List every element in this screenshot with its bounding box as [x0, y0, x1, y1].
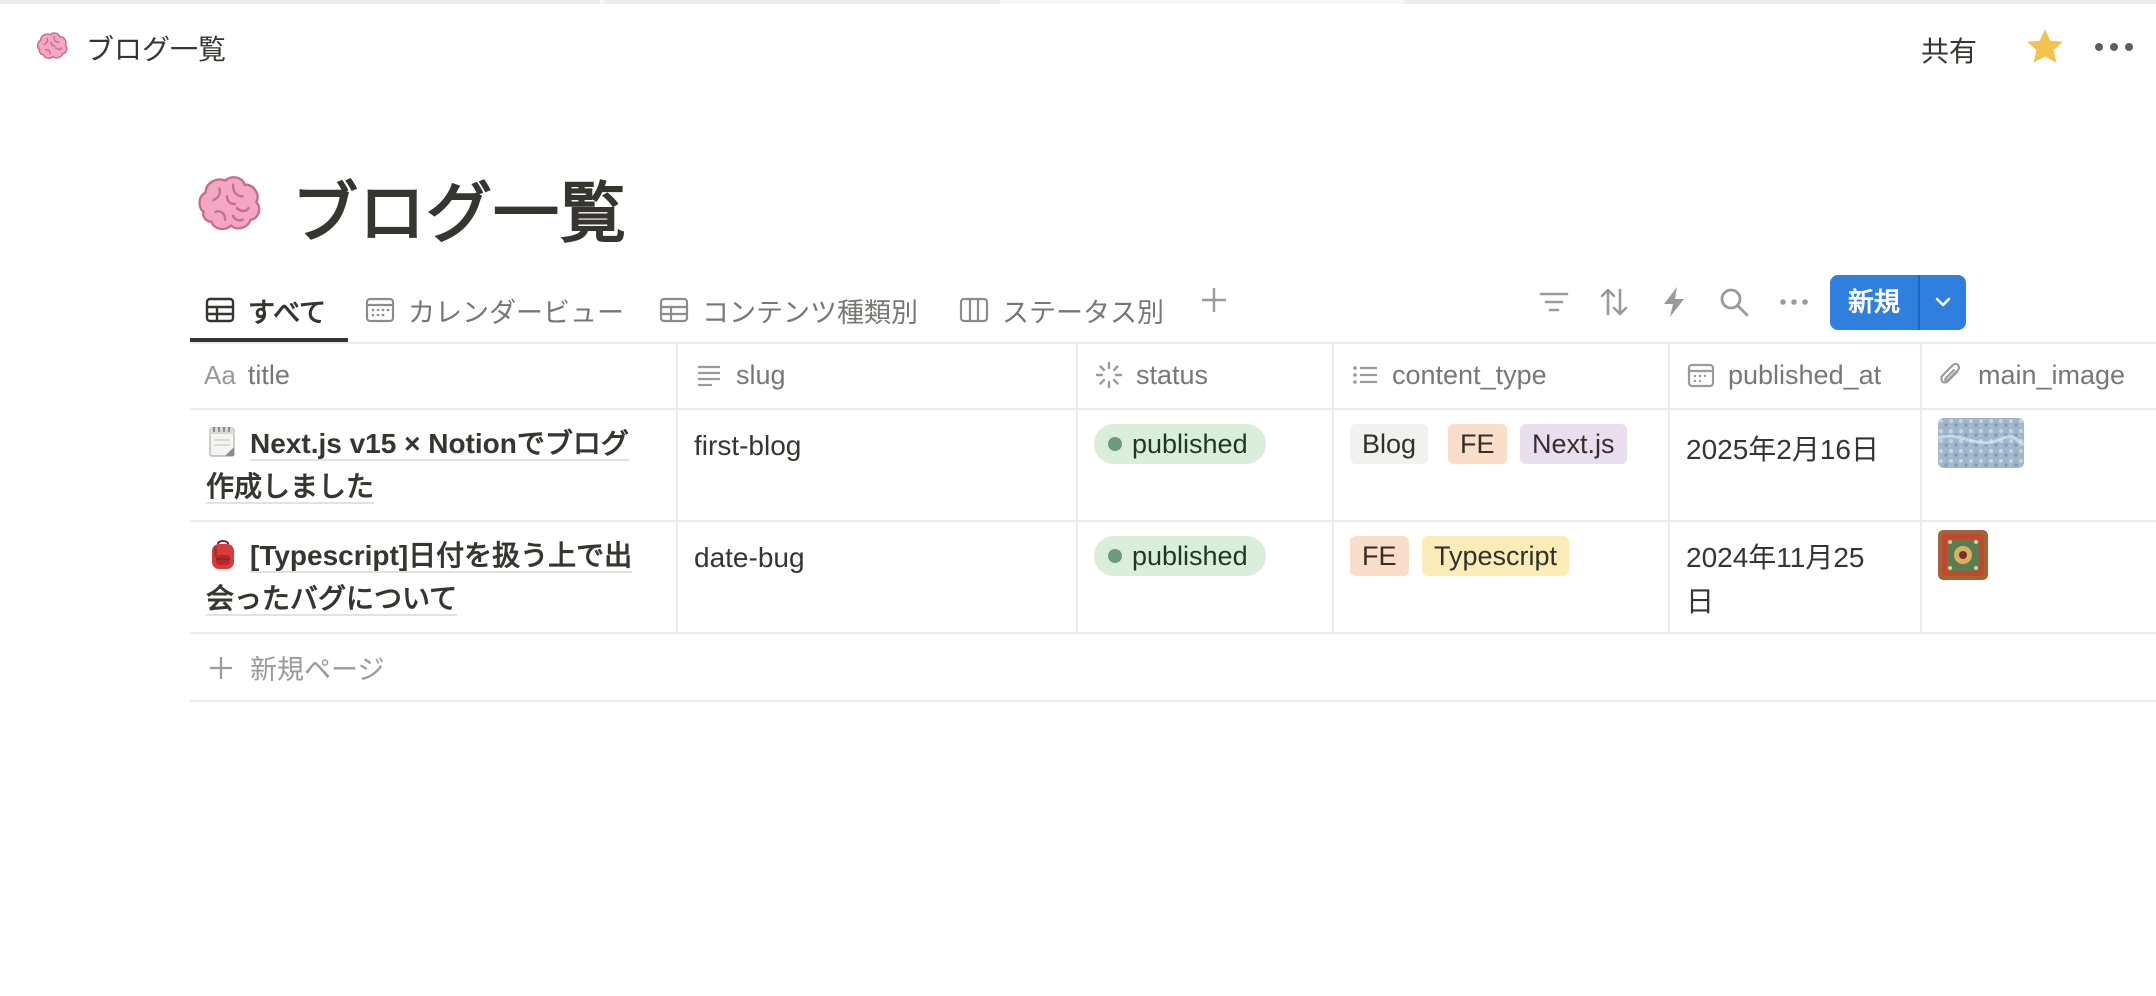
- column-header-label: content_type: [1392, 359, 1547, 390]
- tab-status-view[interactable]: ステータス別: [958, 278, 1164, 342]
- tab-label: すべて: [248, 297, 327, 328]
- multi-select-icon: [1353, 366, 1377, 384]
- page-title[interactable]: ブログ一覧: [292, 160, 627, 256]
- status-dot: [1108, 549, 1122, 563]
- page-header: ブログ一覧: [192, 160, 627, 256]
- tag-fe[interactable]: FE: [1448, 424, 1507, 464]
- new-page-row[interactable]: 新規ページ: [206, 648, 384, 687]
- brain-emoji-icon: [198, 176, 261, 231]
- date-icon: [1687, 363, 1715, 388]
- top-bar: ブログ一覧 共有: [0, 22, 2156, 74]
- tab-label: コンテンツ種類別: [702, 297, 918, 328]
- column-header-status[interactable]: status: [1094, 342, 1208, 408]
- sort-icon[interactable]: [1596, 284, 1632, 320]
- chevron-down-icon[interactable]: [1930, 289, 1956, 315]
- brain-emoji-icon: [36, 32, 68, 59]
- text-lines-icon: [698, 365, 720, 387]
- breadcrumb[interactable]: ブログ一覧: [34, 28, 226, 68]
- new-button[interactable]: 新規: [1830, 275, 1966, 330]
- more-options-icon[interactable]: [1776, 284, 1812, 320]
- text-aa-icon: Aa: [204, 359, 236, 390]
- column-divider: [676, 342, 678, 632]
- breadcrumb-title: ブログ一覧: [86, 34, 227, 65]
- table-row-title[interactable]: [Typescript]日付を扱う上で出 会ったバグについて: [206, 534, 646, 620]
- column-header-title[interactable]: Aa title: [204, 342, 290, 408]
- row-date-line2: 日: [1686, 586, 1715, 617]
- column-header-label: status: [1136, 359, 1209, 390]
- table-icon: [205, 297, 235, 323]
- backpack-emoji-icon: [212, 540, 234, 569]
- status-dot: [1108, 437, 1122, 451]
- row-published-at[interactable]: 2024年11月25 日: [1686, 536, 1865, 624]
- column-header-slug[interactable]: slug: [694, 342, 786, 408]
- table-border: [190, 520, 2156, 522]
- tab-label: ステータス別: [1002, 297, 1164, 328]
- column-header-published-at[interactable]: published_at: [1686, 342, 1881, 408]
- tab-all[interactable]: すべて: [204, 278, 326, 342]
- table-border: [190, 700, 2156, 702]
- favorite-star-icon[interactable]: [2024, 26, 2066, 68]
- tab-strip-segment: [604, 0, 1000, 4]
- filter-icon[interactable]: [1536, 284, 1572, 320]
- column-divider: [1668, 342, 1670, 632]
- new-button-divider: [1918, 275, 1920, 330]
- board-icon: [959, 297, 989, 323]
- status-badge[interactable]: published: [1094, 536, 1266, 576]
- search-icon[interactable]: [1716, 284, 1752, 320]
- tab-label: カレンダービュー: [408, 297, 624, 328]
- column-divider: [1332, 342, 1334, 632]
- tag-blog[interactable]: Blog: [1350, 424, 1429, 464]
- calendar-icon: [365, 297, 395, 323]
- row-published-at[interactable]: 2025年2月16日: [1686, 430, 1879, 470]
- row-date-line1: 2025年2月16日: [1686, 434, 1880, 465]
- plus-icon: [210, 656, 232, 679]
- column-header-label: main_image: [1978, 359, 2126, 390]
- row-title-line2: 会ったバグについて: [206, 583, 458, 616]
- table-row-title[interactable]: Next.js v15 × Notionでブログ 作成しました: [206, 422, 646, 508]
- row-slug[interactable]: date-bug: [694, 542, 805, 574]
- tab-strip-segment: [0, 0, 600, 4]
- share-button[interactable]: 共有: [1921, 30, 1977, 70]
- blue-texture-thumbnail[interactable]: [1938, 418, 2024, 468]
- red-pattern-thumbnail[interactable]: [1938, 530, 1988, 580]
- new-button-label[interactable]: 新規: [1830, 275, 1918, 330]
- notepad-emoji-icon: [209, 427, 235, 457]
- status-spinner-icon: [1095, 361, 1123, 389]
- row-title-line1: [Typescript]日付を扱う上で出: [250, 540, 633, 573]
- tag-typescript[interactable]: Typescript: [1422, 536, 1570, 576]
- paperclip-icon: [1940, 362, 1960, 384]
- column-header-main-image[interactable]: main_image: [1936, 342, 2125, 408]
- table-border: [190, 632, 2156, 634]
- table-border: [190, 408, 2156, 410]
- tab-content-type-view[interactable]: コンテンツ種類別: [658, 278, 918, 342]
- tab-strip-segment: [1404, 0, 2156, 4]
- column-header-label: published_at: [1728, 359, 1882, 390]
- more-options-icon[interactable]: [2090, 26, 2138, 68]
- column-header-label: title: [247, 359, 290, 390]
- automation-lightning-icon[interactable]: [1656, 284, 1692, 320]
- add-view-plus-icon[interactable]: [1196, 282, 1232, 318]
- column-header-content-type[interactable]: content_type: [1350, 342, 1547, 408]
- status-label: published: [1132, 540, 1248, 571]
- tag-fe[interactable]: FE: [1350, 536, 1409, 576]
- window-tab-strip: [0, 0, 2156, 4]
- row-slug[interactable]: first-blog: [694, 430, 801, 462]
- row-date-line1: 2024年11月25: [1686, 542, 1865, 573]
- table-icon: [659, 297, 689, 323]
- column-divider: [1920, 342, 1922, 632]
- column-divider: [1076, 342, 1078, 632]
- new-page-label: 新規ページ: [250, 655, 385, 685]
- row-title-line2: 作成しました: [206, 471, 375, 504]
- status-label: published: [1132, 428, 1248, 459]
- column-header-label: slug: [736, 359, 786, 390]
- row-title-line1: Next.js v15 × Notionでブログ: [250, 428, 629, 461]
- tab-calendar-view[interactable]: カレンダービュー: [364, 278, 624, 342]
- tag-nextjs[interactable]: Next.js: [1520, 424, 1627, 464]
- status-badge[interactable]: published: [1094, 424, 1266, 464]
